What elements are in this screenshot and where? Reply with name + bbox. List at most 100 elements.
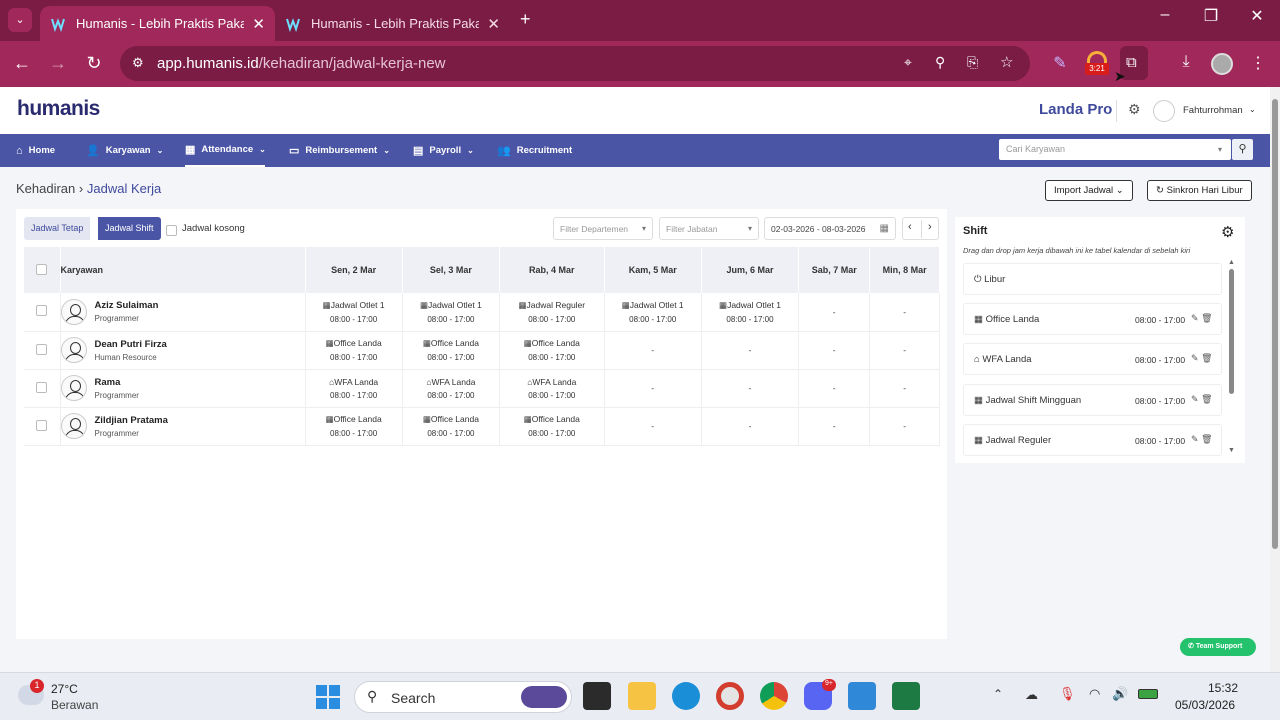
chevron-down-icon[interactable]: ⌄	[1249, 105, 1256, 114]
schedule-cell[interactable]: ▦Jadwal Otlet 1 08:00 - 17:00	[604, 293, 702, 332]
shift-item[interactable]: ⌂ WFA Landa 08:00 - 17:00 ✎ 🗑	[963, 343, 1222, 375]
menu-reimbursement[interactable]: ▭ Reimbursement ⌄	[289, 134, 390, 167]
department-filter[interactable]: Filter Departemen ▾	[553, 217, 653, 240]
import-schedule-button[interactable]: Import Jadwal ⌄	[1045, 180, 1133, 201]
position-filter[interactable]: Filter Jabatan ▾	[659, 217, 759, 240]
toggle-shift-schedule[interactable]: Jadwal Shift	[98, 217, 161, 240]
sync-holidays-button[interactable]: ↻ Sinkron Hari Libur	[1147, 180, 1252, 201]
schedule-cell-empty[interactable]: -	[604, 331, 702, 370]
shift-item[interactable]: ▦ Jadwal Reguler 08:00 - 17:00 ✎ 🗑	[963, 424, 1222, 456]
schedule-cell[interactable]: ▦Office Landa 08:00 - 17:00	[402, 331, 501, 370]
new-tab-button[interactable]: +	[520, 9, 531, 30]
tab-search-button[interactable]: ⌄	[8, 8, 32, 32]
date-range-input[interactable]: 02-03-2026 - 08-03-2026 ▦	[764, 217, 896, 240]
chevron-down-icon[interactable]: ▾	[1218, 145, 1222, 154]
scroll-up-icon[interactable]: ▲	[1228, 259, 1235, 266]
chrome-profile-icon[interactable]	[716, 682, 744, 710]
onedrive-icon[interactable]: ☁	[1025, 687, 1038, 703]
schedule-cell[interactable]: ▦Jadwal Reguler 08:00 - 17:00	[499, 293, 605, 332]
user-avatar[interactable]	[1153, 100, 1175, 122]
page-scrollbar[interactable]	[1270, 87, 1280, 672]
employee-name[interactable]: Dean Putri Firza	[95, 339, 167, 350]
location-icon[interactable]: ⌖	[904, 54, 912, 71]
employee-name[interactable]: Rama	[95, 377, 139, 388]
menu-home[interactable]: ⌂ Home	[16, 134, 55, 167]
next-week-icon[interactable]: ›	[928, 221, 932, 233]
schedule-cell-empty[interactable]: -	[798, 293, 871, 332]
select-all-checkbox[interactable]	[36, 263, 48, 275]
microphone-icon[interactable]: 🎙	[1059, 686, 1076, 702]
tab-humanis-active[interactable]: Humanis - Lebih Praktis Pakai H ✕	[40, 6, 275, 41]
trash-icon[interactable]: 🗑	[1201, 394, 1212, 404]
edit-icon[interactable]: ✎	[1191, 394, 1199, 404]
zoom-icon[interactable]: ⚲	[935, 54, 945, 71]
toggle-fixed-schedule[interactable]: Jadwal Tetap	[24, 217, 91, 240]
wifi-icon[interactable]: ◠	[1089, 686, 1100, 702]
volume-icon[interactable]: 🔊	[1112, 686, 1128, 702]
trash-icon[interactable]: 🗑	[1201, 434, 1212, 444]
shift-settings-gear-icon[interactable]: ⚙	[1221, 223, 1234, 241]
address-bar[interactable]: ⚙ app.humanis.id/kehadiran/jadwal-kerja-…	[120, 46, 1030, 81]
taskbar-search-box[interactable]: ⚲ Search	[354, 681, 572, 713]
close-tab-icon[interactable]: ✕	[252, 15, 265, 33]
menu-recruitment[interactable]: 👥 Recruitment	[497, 134, 572, 167]
schedule-cell-empty[interactable]: -	[701, 407, 800, 446]
schedule-cell-empty[interactable]: -	[869, 407, 940, 446]
schedule-cell[interactable]: ⌂WFA Landa 08:00 - 17:00	[305, 369, 403, 408]
close-window-icon[interactable]: ✕	[1242, 6, 1272, 26]
terminal-app-icon[interactable]	[583, 682, 611, 710]
restore-icon[interactable]: ❐	[1196, 6, 1226, 26]
user-name[interactable]: Fahturrohman	[1183, 105, 1243, 116]
employee-search-input[interactable]: Cari Karyawan	[999, 139, 1231, 160]
tab-humanis[interactable]: Humanis - Lebih Praktis Pakai H ✕	[275, 6, 510, 41]
edit-icon[interactable]: ✎	[1191, 434, 1199, 444]
trash-icon[interactable]: 🗑	[1201, 313, 1212, 323]
row-checkbox[interactable]	[36, 381, 48, 393]
employee-name[interactable]: Zildjian Pratama	[95, 415, 168, 426]
menu-karyawan[interactable]: 👤 Karyawan ⌄	[86, 134, 163, 167]
excel-app-icon[interactable]	[892, 682, 920, 710]
breadcrumb-parent[interactable]: Kehadiran	[16, 181, 75, 196]
schedule-cell[interactable]: ▦Office Landa 08:00 - 17:00	[305, 331, 403, 370]
bookmark-star-icon[interactable]: ☆	[1000, 53, 1013, 71]
schedule-cell-empty[interactable]: -	[604, 407, 702, 446]
download-icon[interactable]: ⤓	[1175, 53, 1197, 71]
edit-icon[interactable]: ✎	[1191, 353, 1199, 363]
chevron-up-icon[interactable]: ⌃	[993, 687, 1003, 701]
schedule-cell[interactable]: ▦Office Landa 08:00 - 17:00	[499, 407, 605, 446]
close-tab-icon[interactable]: ✕	[487, 15, 500, 33]
schedule-cell-empty[interactable]: -	[869, 293, 940, 332]
file-explorer-icon[interactable]	[628, 682, 656, 710]
schedule-cell[interactable]: ▦Jadwal Otlet 1 08:00 - 17:00	[701, 293, 800, 332]
feather-extension-icon[interactable]: ✎	[1049, 53, 1071, 73]
scroll-down-icon[interactable]: ▼	[1228, 447, 1235, 454]
schedule-cell-empty[interactable]: -	[869, 369, 940, 408]
menu-attendance[interactable]: ▦ Attendance ⌄	[185, 134, 266, 167]
edge-browser-icon[interactable]	[672, 682, 700, 710]
schedule-cell[interactable]: ▦Jadwal Otlet 1 08:00 - 17:00	[305, 293, 403, 332]
reload-icon[interactable]: ↻	[83, 53, 105, 74]
schedule-cell-empty[interactable]: -	[869, 331, 940, 370]
shift-scrollbar[interactable]	[1229, 269, 1234, 394]
timer-extension-icon[interactable]: 3:21	[1085, 51, 1109, 75]
chrome-browser-icon[interactable]	[760, 682, 788, 710]
schedule-cell-empty[interactable]: -	[604, 369, 702, 408]
schedule-cell-empty[interactable]: -	[701, 369, 800, 408]
site-info-icon[interactable]: ⚙	[132, 55, 144, 71]
shift-item[interactable]: ▦ Office Landa 08:00 - 17:00 ✎ 🗑	[963, 303, 1222, 335]
clock-time[interactable]: 15:32	[1208, 681, 1238, 695]
windows-start-icon[interactable]	[316, 685, 340, 709]
clock-date[interactable]: 05/03/2026	[1175, 698, 1235, 712]
schedule-cell[interactable]: ⌂WFA Landa 08:00 - 17:00	[402, 369, 501, 408]
menu-payroll[interactable]: ▤ Payroll ⌄	[413, 134, 474, 167]
row-checkbox[interactable]	[36, 419, 48, 431]
schedule-cell-empty[interactable]: -	[798, 369, 871, 408]
shift-item[interactable]: ▦ Jadwal Shift Mingguan 08:00 - 17:00 ✎ 🗑	[963, 384, 1222, 416]
employee-name[interactable]: Aziz Sulaiman	[95, 300, 159, 311]
back-icon[interactable]: ←	[11, 53, 33, 74]
schedule-cell[interactable]: ▦Jadwal Otlet 1 08:00 - 17:00	[402, 293, 501, 332]
schedule-cell[interactable]: ▦Office Landa 08:00 - 17:00	[402, 407, 501, 446]
forward-icon[interactable]: →	[47, 53, 69, 74]
menu-kebab-icon[interactable]: ⋮	[1247, 53, 1269, 73]
install-icon[interactable]: ⎘	[967, 54, 978, 71]
